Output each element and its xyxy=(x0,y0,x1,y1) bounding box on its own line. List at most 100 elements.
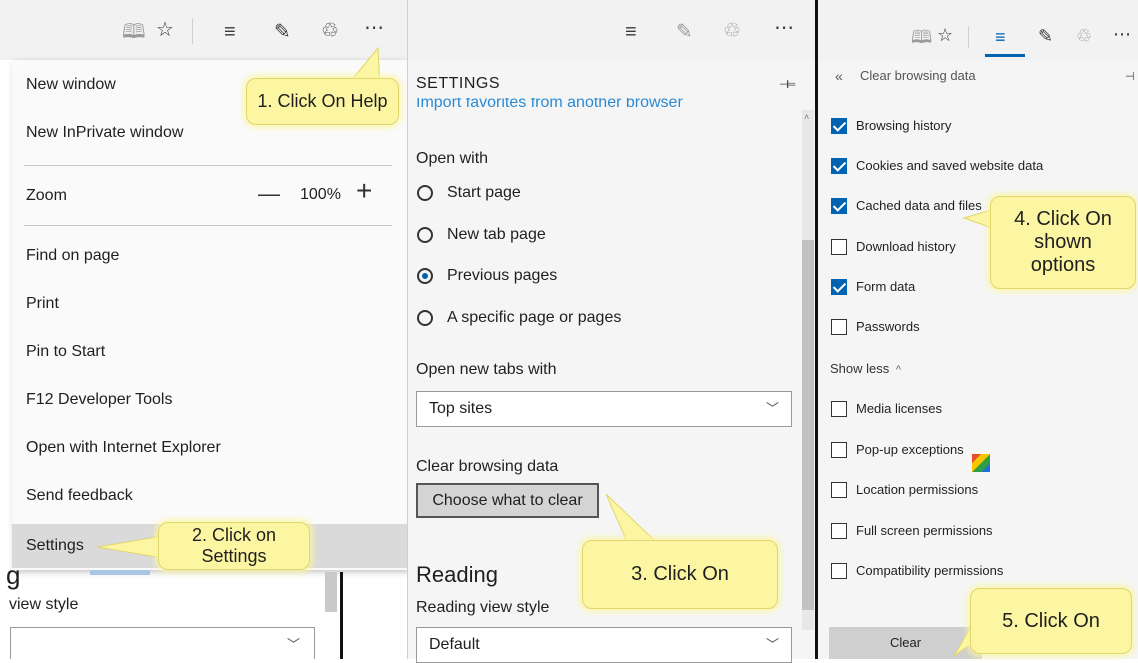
hub-active-indicator xyxy=(985,54,1025,57)
show-less-label: Show less xyxy=(830,361,890,376)
checkbox-label: Passwords xyxy=(856,319,920,334)
reading-view-style-select[interactable]: Default ﹀ xyxy=(416,627,792,663)
more-icon[interactable]: ⋯ xyxy=(774,18,794,38)
checkbox-label: Full screen permissions xyxy=(856,522,993,538)
chevron-up-icon: ^ xyxy=(895,364,902,376)
menu-item-open-ie[interactable]: Open with Internet Explorer xyxy=(12,426,407,470)
background-heading-fragment: g xyxy=(6,560,21,590)
reading-view-icon[interactable]: 🕮 xyxy=(911,28,932,46)
checkbox-label: Download history xyxy=(856,238,956,254)
reading-view-style-label: Reading view style xyxy=(416,599,550,616)
open-with-label: Open with xyxy=(416,150,489,167)
favorites-star-icon[interactable]: ☆ xyxy=(937,26,953,44)
reading-view-style-value: Default xyxy=(429,636,480,653)
callout-4-text-line3: options xyxy=(1030,254,1096,276)
checkbox-cookies-and-saved-website-data[interactable] xyxy=(831,158,847,175)
menu-item-devtools[interactable]: F12 Developer Tools xyxy=(12,378,407,422)
web-note-icon[interactable]: ✎ xyxy=(274,22,291,42)
reading-section-heading: Reading xyxy=(416,562,498,587)
callout-2: 2. Click on Settings xyxy=(158,522,310,570)
checkbox-form-data[interactable] xyxy=(831,278,847,295)
chevron-down-icon: ﹀ xyxy=(765,401,779,416)
menu-item-find[interactable]: Find on page xyxy=(12,234,407,278)
menu-divider xyxy=(24,165,392,166)
checkbox-passwords[interactable] xyxy=(831,319,847,335)
checkbox-label: Pop-up exceptions xyxy=(856,441,964,457)
reading-view-icon[interactable]: 🕮 xyxy=(122,22,146,42)
pin-icon[interactable]: ⊣ xyxy=(1125,70,1134,83)
checkbox-label: Form data xyxy=(856,278,916,294)
share-icon[interactable]: ♲ xyxy=(1076,27,1092,45)
radio-specific-page[interactable] xyxy=(417,310,433,326)
settings-title: SETTINGS xyxy=(416,75,501,92)
menu-item-feedback[interactable]: Send feedback xyxy=(12,474,407,518)
hub-icon[interactable]: ≡ xyxy=(224,22,236,42)
toolbar-2 xyxy=(407,0,816,60)
checkbox-label: Media licenses xyxy=(856,401,942,416)
more-icon[interactable]: ⋯ xyxy=(364,18,384,38)
checkbox-cached-data-and-files[interactable] xyxy=(831,198,847,215)
callout-2-text-line1: 2. Click on xyxy=(191,525,277,546)
radio-previous-pages[interactable] xyxy=(417,268,433,284)
callout-1: 1. Click On Help xyxy=(246,78,399,125)
checkbox-full-screen-permissions[interactable] xyxy=(831,522,847,539)
checkbox-download-history[interactable] xyxy=(831,238,847,255)
callout-4-text-line1: 4. Click On xyxy=(1014,208,1112,230)
settings-scrollbar-thumb[interactable] xyxy=(802,240,814,610)
menu-item-print[interactable]: Print xyxy=(12,282,407,326)
pin-icon[interactable]: ⊣⊨ xyxy=(779,78,796,91)
checkbox-pop-up-exceptions[interactable] xyxy=(831,441,847,458)
radio-new-tab-page[interactable] xyxy=(417,227,433,243)
zoom-in-button[interactable]: + xyxy=(356,177,372,205)
cursor-icon xyxy=(972,454,990,472)
checkbox-compatibility-permissions[interactable] xyxy=(831,563,847,579)
callout-4-text-line2: shown xyxy=(1034,231,1092,253)
radio-start-page[interactable] xyxy=(417,185,433,201)
hub-icon[interactable]: ≡ xyxy=(995,28,1006,46)
chevron-up-icon[interactable]: ˄ xyxy=(804,112,809,122)
open-new-tabs-select[interactable]: Top sites ﹀ xyxy=(416,391,792,427)
panel-divider xyxy=(340,572,343,659)
checkbox-media-licenses[interactable] xyxy=(831,401,847,417)
web-note-icon[interactable]: ✎ xyxy=(1038,27,1053,45)
callout-4: 4. Click On shown options xyxy=(990,196,1136,289)
chevron-down-icon: ﹀ xyxy=(287,637,301,652)
import-favorites-link[interactable]: Import favorites from another browser xyxy=(416,98,796,114)
callout-5: 5. Click On xyxy=(970,588,1132,654)
checkbox-browsing-history[interactable] xyxy=(831,118,847,134)
radio-label-new-tab-page: New tab page xyxy=(447,226,546,243)
toolbar-divider xyxy=(968,26,969,48)
clear-browsing-data-label: Clear browsing data xyxy=(416,458,559,475)
menu-item-pin[interactable]: Pin to Start xyxy=(12,330,407,374)
panel-separator xyxy=(407,0,408,659)
hub-icon[interactable]: ≡ xyxy=(625,22,637,42)
clear-data-title: Clear browsing data xyxy=(860,68,976,83)
checkbox-label: Cookies and saved website data xyxy=(856,158,1044,174)
checkbox-label: Location permissions xyxy=(856,482,979,497)
share-icon[interactable]: ♲ xyxy=(321,21,339,41)
show-less-toggle[interactable]: Show less ^ xyxy=(830,361,901,376)
callout-3: 3. Click On xyxy=(582,540,778,609)
menu-item-zoom: Zoom xyxy=(26,187,67,204)
more-icon[interactable]: ⋯ xyxy=(1113,25,1131,43)
radio-label-previous-pages: Previous pages xyxy=(447,267,558,284)
open-new-tabs-label: Open new tabs with xyxy=(416,361,557,378)
radio-label-start-page: Start page xyxy=(447,184,521,201)
background-blue-strip xyxy=(90,570,150,575)
share-icon[interactable]: ♲ xyxy=(723,21,741,41)
back-icon[interactable]: « xyxy=(835,68,843,84)
checkbox-label: Compatibility permissions xyxy=(856,563,1004,578)
zoom-out-button[interactable]: — xyxy=(258,181,280,207)
favorites-star-icon[interactable]: ☆ xyxy=(156,20,174,40)
checkbox-location-permissions[interactable] xyxy=(831,482,847,498)
open-new-tabs-value: Top sites xyxy=(429,400,493,417)
toolbar-divider xyxy=(192,18,193,44)
background-scrollbar xyxy=(325,572,337,612)
callout-5-text: 5. Click On xyxy=(1002,609,1100,632)
callout-2-text-line2: Settings xyxy=(201,546,267,566)
callout-1-text: 1. Click On Help xyxy=(257,91,388,112)
web-note-icon[interactable]: ✎ xyxy=(676,22,693,42)
choose-what-to-clear-button[interactable]: Choose what to clear xyxy=(416,483,599,518)
checkbox-label: Browsing history xyxy=(856,118,952,133)
chevron-down-icon: ﹀ xyxy=(765,637,779,652)
